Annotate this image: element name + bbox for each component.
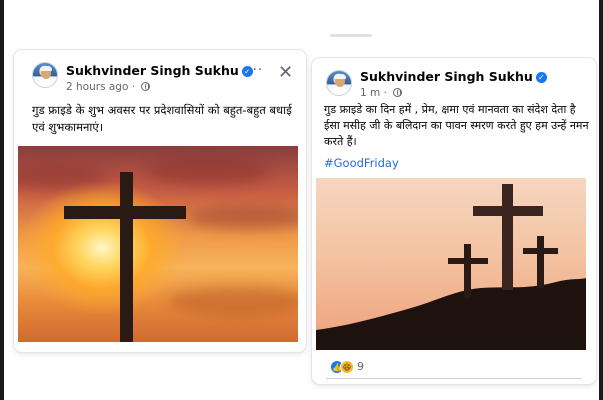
sheet-handle [330, 34, 372, 37]
post-timestamp[interactable]: 2 hours ago · [66, 81, 151, 93]
author-name[interactable]: Sukhvinder Singh Sukhu ✓ [66, 63, 253, 78]
haha-reaction-icon: 😆 [340, 359, 354, 374]
author-avatar[interactable] [326, 70, 352, 96]
screen-frame-right [599, 0, 603, 400]
timestamp-text[interactable]: 2 hours ago · [66, 81, 138, 93]
more-options-icon[interactable]: ··· [247, 62, 263, 78]
author-name-text[interactable]: Sukhvinder Singh Sukhu [360, 69, 533, 84]
author-name[interactable]: Sukhvinder Singh Sukhu ✓ [360, 69, 547, 84]
sunset-cross-image[interactable] [18, 146, 298, 342]
author-name-text[interactable]: Sukhvinder Singh Sukhu [66, 63, 239, 78]
globe-icon [141, 82, 151, 91]
hashtag-link[interactable]: #GoodFriday [324, 156, 399, 170]
hill-silhouette [316, 184, 586, 350]
post-card-right: Sukhvinder Singh Sukhu ✓ 1 m · गुड फ्राइड… [312, 58, 596, 384]
reactions-summary[interactable]: 👍😆 9 [330, 356, 364, 374]
post-text: गुड फ्राइडे का दिन हमें , प्रेम, क्षमा ए… [324, 103, 589, 148]
cross-horizontal [64, 206, 186, 219]
post-card-left: Sukhvinder Singh Sukhu ✓ 2 hours ago · ··… [14, 50, 306, 352]
timestamp-text[interactable]: 1 m · [360, 87, 390, 99]
verified-badge-icon: ✓ [535, 72, 547, 83]
screen-frame-left [0, 0, 4, 400]
post-timestamp[interactable]: 1 m · [360, 87, 403, 99]
globe-icon [393, 88, 403, 97]
author-avatar[interactable] [32, 62, 58, 88]
post-text: गुड फ्राइडे के शुभ अवसर पर प्रदेशवासियों… [32, 103, 292, 134]
cross-vertical [120, 172, 133, 342]
close-icon[interactable]: ✕ [278, 64, 293, 82]
reaction-count[interactable]: 9 [357, 360, 364, 373]
three-crosses-hill-image[interactable] [316, 178, 586, 350]
divider [326, 378, 582, 379]
